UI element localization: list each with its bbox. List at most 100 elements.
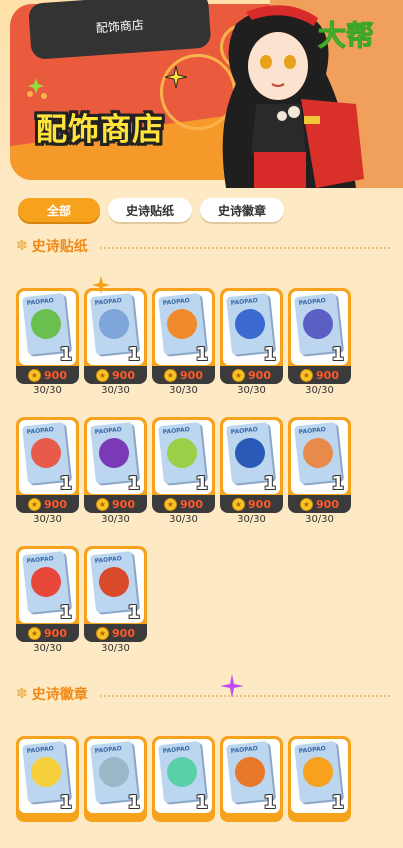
card-frame: PAOPAO 1 [220,417,283,503]
card-image-area: PAOPAO 1 [291,420,348,494]
sticker-art [29,307,63,341]
price-bar[interactable]: ★ 900 [84,624,147,642]
quantity-label: 1 [331,792,344,813]
sticker-art [301,307,335,341]
sticker-item-card[interactable]: PAOPAO 1 ★ 900 30/30 [220,288,283,400]
card-image-area: PAOPAO 1 [87,549,144,623]
quantity-label: 1 [195,344,208,365]
quantity-label: 1 [263,344,276,365]
card-image-area: PAOPAO 1 [87,420,144,494]
sticker-item-card[interactable]: PAOPAO 1 ★ 900 30/30 [16,288,79,400]
card-frame: PAOPAO 1 [288,417,351,503]
price-bar[interactable]: ★ 900 [220,495,283,513]
sticker-art [233,307,267,341]
price-value: 900 [112,497,135,511]
sticker-item-card[interactable]: PAOPAO 1 ★ 900 30/30 [152,288,215,400]
sticker-item-card[interactable]: PAOPAO 1 ★ 900 30/30 [84,288,147,400]
sticker-item-card[interactable]: PAOPAO 1 ★ 900 30/30 [16,417,79,529]
stock-count: 30/30 [33,643,62,654]
quantity-label: 1 [59,473,72,494]
card-frame: PAOPAO 1 [152,736,215,822]
pack-tag: PAOPAO [298,297,327,307]
divider [100,695,390,697]
tab-epic-stickers[interactable]: 史诗贴纸 [108,198,192,222]
sticker-art [165,307,199,341]
sticker-art [165,755,199,789]
sticker-art [233,755,267,789]
sticker-item-card[interactable]: PAOPAO 1 ★ 900 30/30 [152,417,215,529]
category-tabs: 全部 史诗贴纸 史诗徽章 [18,198,284,222]
badge-item-card[interactable]: PAOPAO 1 [84,736,147,848]
price-bar[interactable]: ★ 900 [16,495,79,513]
price-bar[interactable]: ★ 900 [288,366,351,384]
stock-count: 30/30 [169,514,198,525]
coin-icon: ★ [300,368,314,382]
badge-item-card[interactable]: PAOPAO 1 [220,736,283,848]
price-bar[interactable]: ★ 900 [220,366,283,384]
pack-tag: PAOPAO [26,297,55,307]
badge-item-card[interactable]: PAOPAO 1 [152,736,215,848]
sticker-item-card[interactable]: PAOPAO 1 ★ 900 30/30 [16,546,79,658]
sticker-item-card[interactable]: PAOPAO 1 ★ 900 30/30 [220,417,283,529]
price-bar[interactable]: ★ 900 [16,366,79,384]
card-frame: PAOPAO 1 [152,288,215,374]
sticker-item-card[interactable]: PAOPAO 1 ★ 900 30/30 [84,546,147,658]
pack-tag: PAOPAO [26,555,55,565]
coin-icon: ★ [28,368,42,382]
sticker-item-card[interactable]: PAOPAO 1 ★ 900 30/30 [288,288,351,400]
card-frame: PAOPAO 1 [288,736,351,822]
card-image-area: PAOPAO 1 [155,291,212,365]
price-bar[interactable]: ★ 900 [16,624,79,642]
sticker-item-card[interactable]: PAOPAO 1 ★ 900 30/30 [288,417,351,529]
sticker-art [165,436,199,470]
tab-all[interactable]: 全部 [18,198,100,222]
pack-tag: PAOPAO [162,297,191,307]
corner-text: 大帮 [317,19,375,53]
card-frame: PAOPAO 1 [220,736,283,822]
card-image-area: PAOPAO 1 [19,549,76,623]
stock-count: 30/30 [101,514,130,525]
banner-title: 配饰商店 [36,112,164,148]
card-frame: PAOPAO 1 [84,736,147,822]
card-image-area: PAOPAO 1 [19,291,76,365]
quantity-label: 1 [195,792,208,813]
sticker-art [97,565,131,599]
stock-count: 30/30 [305,514,334,525]
pack-tag: PAOPAO [230,426,259,436]
quantity-label: 1 [331,344,344,365]
card-image-area: PAOPAO 1 [19,420,76,494]
card-frame: PAOPAO 1 [16,288,79,374]
quantity-label: 1 [127,792,140,813]
stock-count: 30/30 [237,385,266,396]
card-image-area: PAOPAO 1 [87,739,144,813]
price-bar[interactable]: ★ 900 [84,366,147,384]
price-bar[interactable]: ★ 900 [84,495,147,513]
sticker-item-card[interactable]: PAOPAO 1 ★ 900 30/30 [84,417,147,529]
divider [100,247,390,249]
coin-icon: ★ [28,497,42,511]
quantity-label: 1 [127,344,140,365]
coin-icon: ★ [164,497,178,511]
card-frame: PAOPAO 1 [84,417,147,503]
sparkle-icon [220,674,244,698]
price-value: 900 [248,497,271,511]
coin-icon: ★ [96,368,110,382]
price-bar[interactable]: ★ 900 [288,495,351,513]
badge-item-card[interactable]: PAOPAO 1 [288,736,351,848]
card-frame: PAOPAO 1 [16,417,79,503]
card-image-area: PAOPAO 1 [155,420,212,494]
price-value: 900 [44,626,67,640]
sticker-art [29,755,63,789]
pack-tag: PAOPAO [94,745,123,755]
badge-item-card[interactable]: PAOPAO 1 [16,736,79,848]
pack-tag: PAOPAO [162,745,191,755]
tab-epic-badges[interactable]: 史诗徽章 [200,198,284,222]
card-frame: PAOPAO 1 [16,546,79,632]
section-title: 史诗贴纸 [31,239,88,255]
pack-tag: PAOPAO [94,555,123,565]
price-bar[interactable]: ★ 900 [152,366,215,384]
card-frame: PAOPAO 1 [16,736,79,822]
coin-icon: ★ [232,368,246,382]
price-bar[interactable]: ★ 900 [152,495,215,513]
price-value: 900 [112,368,135,382]
